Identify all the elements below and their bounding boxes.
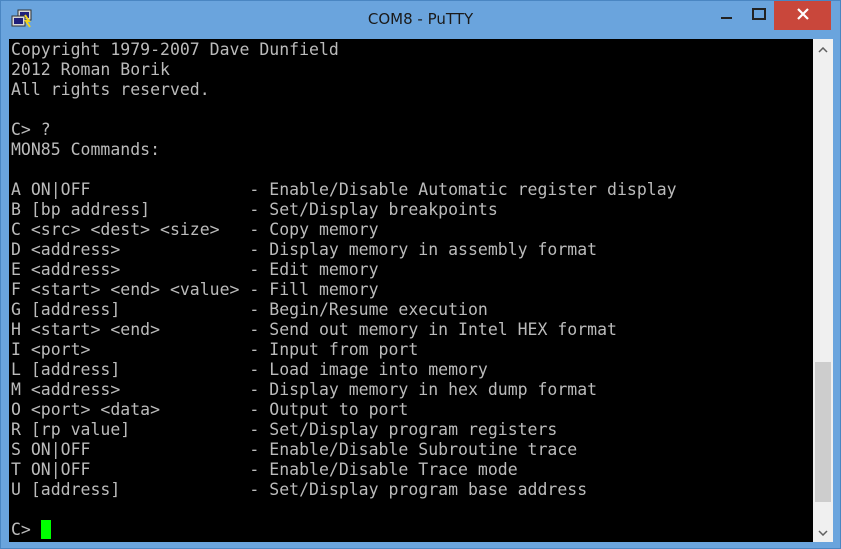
terminal-line-text: H <start> <end> - Send out memory in Int… bbox=[11, 320, 617, 339]
terminal-line: L [address] - Load image into memory bbox=[11, 360, 677, 380]
chevron-down-icon bbox=[818, 523, 828, 541]
terminal-line-text: R [rp value] - Set/Display program regis… bbox=[11, 420, 558, 439]
terminal-line-text: E <address> - Edit memory bbox=[11, 260, 379, 279]
title-bar[interactable]: COM8 - PuTTY bbox=[1, 1, 840, 39]
terminal-line-text: Copyright 1979-2007 Dave Dunfield bbox=[11, 40, 339, 59]
terminal-line: G [address] - Begin/Resume execution bbox=[11, 300, 677, 320]
terminal-line: U [address] - Set/Display program base a… bbox=[11, 480, 677, 500]
terminal-line-text: F <start> <end> <value> - Fill memory bbox=[11, 280, 379, 299]
terminal-line: B [bp address] - Set/Display breakpoints bbox=[11, 200, 677, 220]
terminal-line-text: C <src> <dest> <size> - Copy memory bbox=[11, 220, 379, 239]
terminal-cursor bbox=[40, 520, 51, 539]
terminal-line: M <address> - Display memory in hex dump… bbox=[11, 380, 677, 400]
minimize-button[interactable] bbox=[710, 1, 744, 30]
terminal-line-text: C> bbox=[11, 520, 41, 539]
scroll-down-button[interactable] bbox=[813, 522, 833, 542]
terminal-line: MON85 Commands: bbox=[11, 140, 677, 160]
terminal-line: C <src> <dest> <size> - Copy memory bbox=[11, 220, 677, 240]
terminal-line: A ON|OFF - Enable/Disable Automatic regi… bbox=[11, 180, 677, 200]
minimize-icon bbox=[721, 7, 733, 25]
terminal-area[interactable]: Copyright 1979-2007 Dave Dunfield 2012 Ro… bbox=[9, 39, 813, 542]
close-icon bbox=[796, 7, 810, 25]
putty-window: COM8 - PuTTY Copyright 1979-2007 Dave Du… bbox=[0, 0, 841, 549]
terminal-line: Copyright 1979-2007 Dave Dunfield bbox=[11, 40, 677, 60]
vertical-scrollbar[interactable] bbox=[813, 39, 833, 542]
scroll-up-button[interactable] bbox=[813, 39, 833, 59]
terminal-line: 2012 Roman Borik bbox=[11, 60, 677, 80]
maximize-button[interactable] bbox=[744, 1, 774, 30]
terminal-line: T ON|OFF - Enable/Disable Trace mode bbox=[11, 460, 677, 480]
close-button[interactable] bbox=[774, 1, 831, 30]
terminal-line-text: D <address> - Display memory in assembly… bbox=[11, 240, 598, 259]
chevron-up-icon bbox=[818, 40, 828, 58]
terminal-line: S ON|OFF - Enable/Disable Subroutine tra… bbox=[11, 440, 677, 460]
terminal-line-text: A ON|OFF - Enable/Disable Automatic regi… bbox=[11, 180, 677, 199]
maximize-icon bbox=[752, 7, 766, 25]
terminal-line-text: U [address] - Set/Display program base a… bbox=[11, 480, 588, 499]
terminal-line: F <start> <end> <value> - Fill memory bbox=[11, 280, 677, 300]
scroll-thumb[interactable] bbox=[815, 361, 831, 502]
terminal-line-text: All rights reserved. bbox=[11, 80, 210, 99]
terminal-line-text: M <address> - Display memory in hex dump… bbox=[11, 380, 598, 399]
terminal-line: C> bbox=[11, 520, 677, 540]
terminal-line: E <address> - Edit memory bbox=[11, 260, 677, 280]
terminal-line-text: B [bp address] - Set/Display breakpoints bbox=[11, 200, 498, 219]
terminal-line-text: O <port> <data> - Output to port bbox=[11, 400, 409, 419]
terminal-line-text: L [address] - Load image into memory bbox=[11, 360, 488, 379]
terminal-line-text: G [address] - Begin/Resume execution bbox=[11, 300, 488, 319]
terminal-line: R [rp value] - Set/Display program regis… bbox=[11, 420, 677, 440]
terminal-line: H <start> <end> - Send out memory in Int… bbox=[11, 320, 677, 340]
terminal-line: All rights reserved. bbox=[11, 80, 677, 100]
terminal-line-text: C> ? bbox=[11, 120, 51, 139]
terminal-line-text: I <port> - Input from port bbox=[11, 340, 419, 359]
terminal-line: C> ? bbox=[11, 120, 677, 140]
terminal-output: Copyright 1979-2007 Dave Dunfield 2012 Ro… bbox=[11, 40, 677, 540]
terminal-line: I <port> - Input from port bbox=[11, 340, 677, 360]
terminal-line-text: S ON|OFF - Enable/Disable Subroutine tra… bbox=[11, 440, 578, 459]
terminal-line: O <port> <data> - Output to port bbox=[11, 400, 677, 420]
terminal-line-text: MON85 Commands: bbox=[11, 140, 161, 159]
terminal-line: D <address> - Display memory in assembly… bbox=[11, 240, 677, 260]
terminal-line-text: T ON|OFF - Enable/Disable Trace mode bbox=[11, 460, 518, 479]
terminal-line-text: 2012 Roman Borik bbox=[11, 60, 170, 79]
